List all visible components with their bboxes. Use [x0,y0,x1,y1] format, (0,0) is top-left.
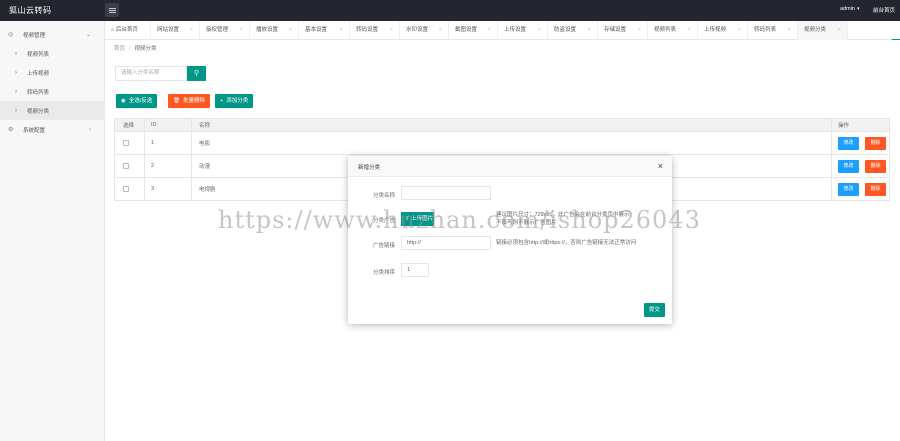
watermark: https://www.huzhan.com/ishop26043 [218,206,701,234]
sort-input[interactable]: 1 [401,263,429,277]
link-hint: 链接必须包含http://或https://，否则广告链接无法正常访问 [496,240,637,246]
ad-link-input[interactable]: http:// [401,236,491,250]
category-name-label: 分类名称 [372,193,395,199]
sort-label: 分类排序 [372,270,395,276]
dialog-header: 新增分类 × [348,156,672,177]
close-icon[interactable]: × [658,161,663,171]
submit-button[interactable]: 提交 [644,303,665,317]
category-name-input[interactable] [401,186,491,200]
ad-link-label: 广告链接 [372,243,395,249]
dialog-title: 新增分类 [358,165,381,171]
